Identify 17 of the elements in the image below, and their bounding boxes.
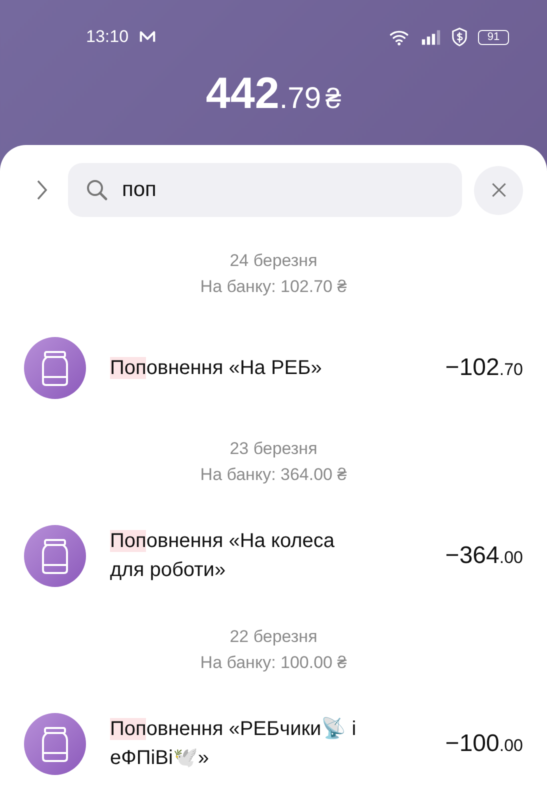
date-heading: 24 березня (230, 251, 318, 271)
transaction-amount: −100.00 (445, 730, 523, 758)
battery-icon: 91 (478, 30, 509, 44)
transaction-amount: −102.70 (445, 354, 523, 382)
date-heading: 23 березня (230, 439, 318, 459)
transaction-title[interactable]: Поповнення «На колеса для роботи» (110, 527, 382, 585)
transaction-amount: −364.00 (445, 542, 523, 570)
transaction-title[interactable]: Поповнення «РЕБчики📡 і еФПіВі🕊» (110, 715, 382, 773)
bank-total: На банку: 364.00 ₴ (200, 465, 347, 485)
date-heading: 22 березня (230, 627, 318, 647)
clock-time: 13:10 (86, 27, 129, 47)
search-input[interactable]: поп (122, 178, 322, 202)
search-field[interactable]: поп (68, 163, 462, 217)
bank-total: На банку: 100.00 ₴ (200, 653, 347, 673)
bank-total: На банку: 102.70 ₴ (200, 277, 347, 297)
transaction-title[interactable]: Поповнення «На РЕБ» (110, 354, 382, 382)
balance-amount: 442.79₴ (206, 72, 342, 116)
